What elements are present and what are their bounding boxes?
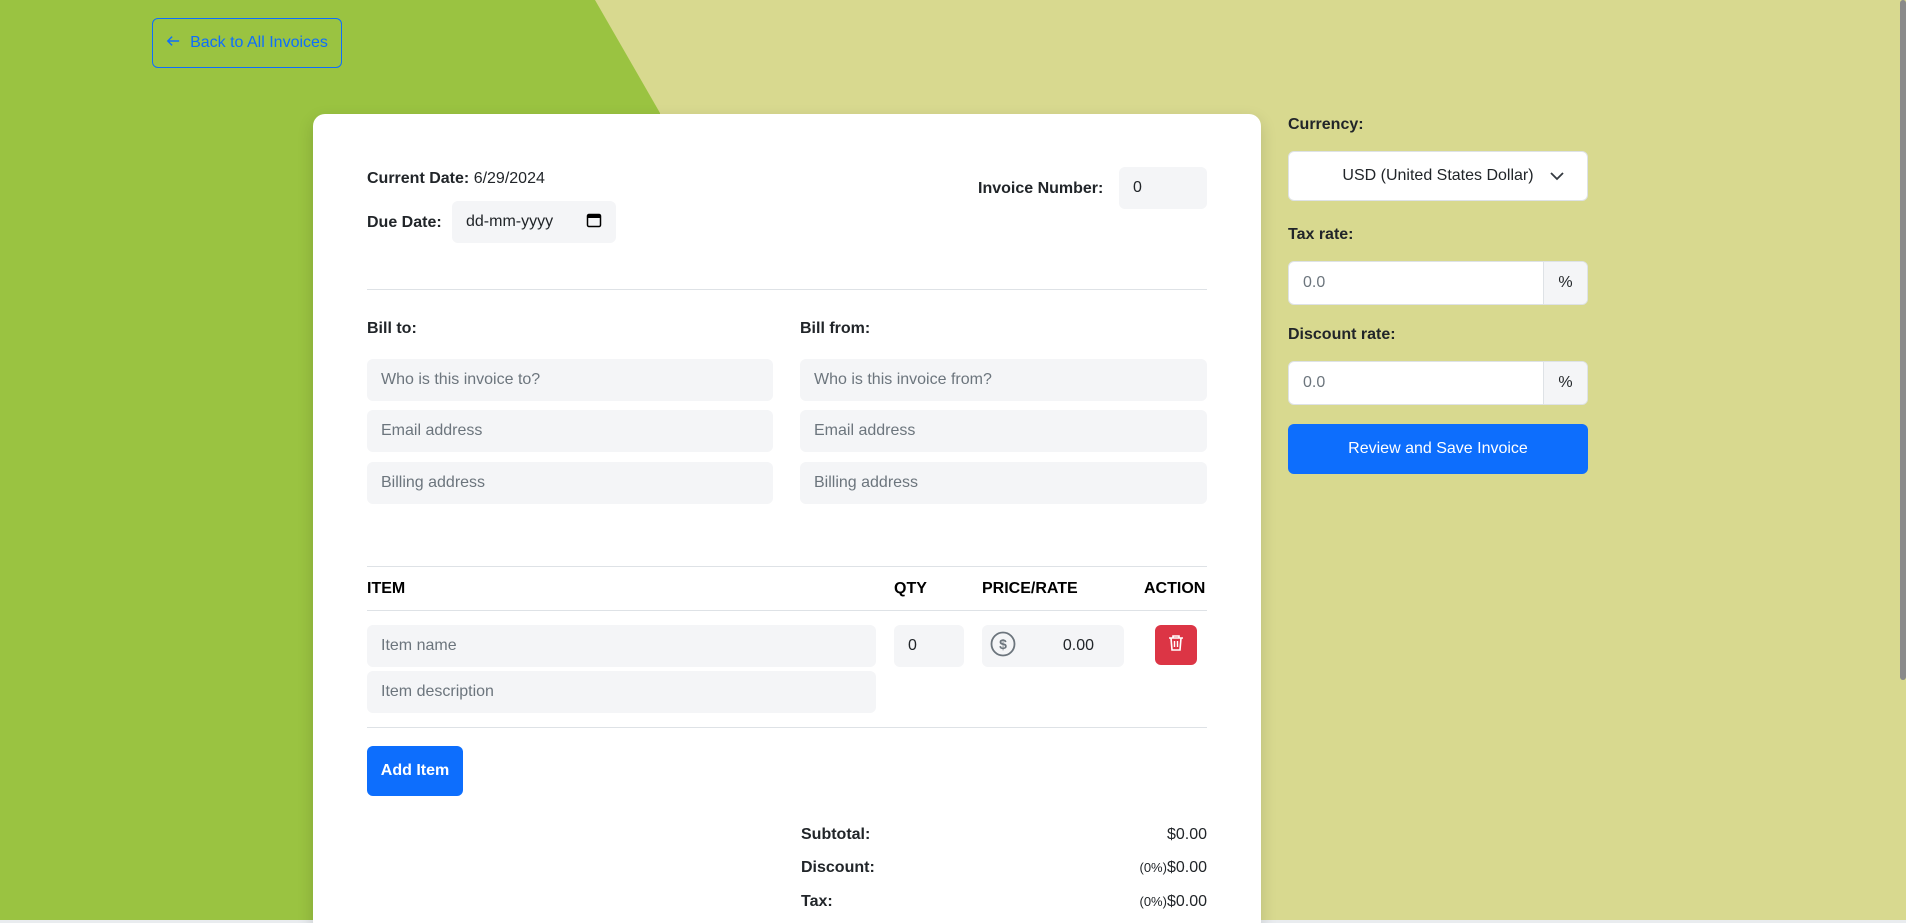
review-save-button[interactable]: Review and Save Invoice xyxy=(1288,424,1588,474)
tax-label: Tax: xyxy=(801,893,833,910)
tax-percent: (0%) xyxy=(1139,894,1167,909)
svg-text:$: $ xyxy=(999,636,1007,652)
bill-to-email-input[interactable]: Email address xyxy=(367,410,773,452)
back-to-invoices-button[interactable]: Back to All Invoices xyxy=(152,18,342,68)
tax-value: (0%)$0.00 xyxy=(1047,893,1208,911)
discount-amount: $0.00 xyxy=(1166,859,1207,876)
tax-rate-input-group: 0.0 % xyxy=(1288,261,1588,305)
delete-item-button[interactable] xyxy=(1155,625,1197,665)
subtotal-value: $0.00 xyxy=(1166,826,1207,843)
item-price-input[interactable]: $ 0.00 xyxy=(982,625,1124,667)
discount-rate-input-group: 0.0 % xyxy=(1288,361,1588,405)
table-header-price: PRICE/RATE xyxy=(982,580,1078,597)
calendar-icon[interactable] xyxy=(586,212,602,233)
bill-from-name-input[interactable]: Who is this invoice from? xyxy=(800,359,1207,401)
due-date-placeholder: dd-mm-yyyy xyxy=(466,213,554,230)
table-header-item: ITEM xyxy=(367,580,406,597)
tax-rate-input[interactable]: 0.0 xyxy=(1289,262,1543,304)
tax-percent-addon: % xyxy=(1543,262,1587,304)
bill-from-address-input[interactable]: Billing address xyxy=(800,462,1207,504)
current-date: Current Date: 6/29/2024 xyxy=(367,170,545,188)
current-date-label: Current Date: xyxy=(367,170,470,187)
add-item-button[interactable]: Add Item xyxy=(367,746,463,796)
currency-label: Currency: xyxy=(1288,116,1364,133)
trash-icon xyxy=(1168,634,1184,657)
bill-from-label: Bill from: xyxy=(800,320,871,337)
table-header-action: ACTION xyxy=(1144,580,1206,597)
discount-rate-input[interactable]: 0.0 xyxy=(1289,362,1543,404)
discount-value: (0%)$0.00 xyxy=(1047,859,1208,877)
subtotal-label: Subtotal: xyxy=(801,826,871,843)
bill-from-email-input[interactable]: Email address xyxy=(800,410,1207,452)
due-date-input[interactable]: dd-mm-yyyy xyxy=(452,201,616,243)
discount-percent-addon: % xyxy=(1543,362,1587,404)
back-button-label: Back to All Invoices xyxy=(190,34,328,51)
discount-rate-label: Discount rate: xyxy=(1288,326,1396,343)
invoice-number-label: Invoice Number: xyxy=(978,180,1104,197)
invoice-card: Current Date: 6/29/2024 Due Date: dd-mm-… xyxy=(313,114,1261,923)
currency-select[interactable]: USD (United States Dollar) xyxy=(1288,151,1588,201)
item-name-input[interactable]: Item name xyxy=(367,625,876,667)
table-bottom-border xyxy=(367,727,1207,728)
discount-label: Discount: xyxy=(801,859,875,876)
tax-rate-label: Tax rate: xyxy=(1288,226,1354,243)
chevron-down-icon xyxy=(1549,168,1565,189)
discount-percent: (0%) xyxy=(1139,860,1167,875)
invoice-number-input[interactable]: 0 xyxy=(1119,167,1207,209)
item-price-value: 0.00 xyxy=(1062,637,1094,654)
current-date-value: 6/29/2024 xyxy=(473,170,545,187)
scrollbar[interactable] xyxy=(1900,0,1906,680)
bill-to-label: Bill to: xyxy=(367,320,417,337)
table-header-qty: QTY xyxy=(894,580,927,597)
item-description-input[interactable]: Item description xyxy=(367,671,876,713)
item-qty-input[interactable]: 0 xyxy=(894,625,964,667)
bill-to-address-input[interactable]: Billing address xyxy=(367,462,773,504)
divider xyxy=(367,289,1207,290)
currency-value: USD (United States Dollar) xyxy=(1342,167,1534,184)
tax-amount: $0.00 xyxy=(1166,893,1207,910)
table-header-border xyxy=(367,610,1207,611)
due-date-label: Due Date: xyxy=(367,214,442,231)
dollar-circle-icon: $ xyxy=(990,631,1016,662)
bill-to-name-input[interactable]: Who is this invoice to? xyxy=(367,359,773,401)
arrow-left-icon xyxy=(166,34,180,53)
table-top-border xyxy=(367,566,1207,567)
